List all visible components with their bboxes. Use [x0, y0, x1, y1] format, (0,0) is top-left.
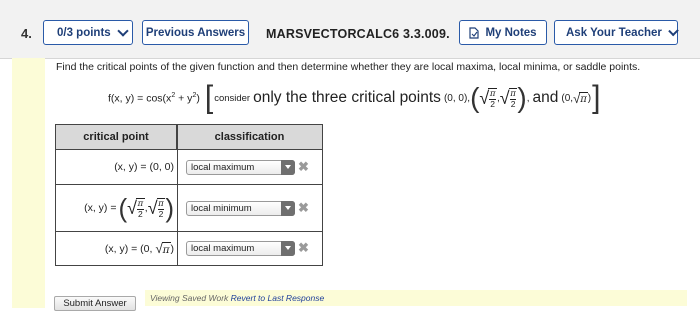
incorrect-icon: ✖	[298, 159, 309, 174]
column-header-critical-point: critical point	[56, 125, 177, 150]
right-paren: )	[165, 193, 174, 223]
function-formula: f(x, y) = cos(x2 + y2) [ consider only t…	[108, 80, 601, 115]
right-bracket: ]	[592, 80, 601, 115]
pi-symbol: π	[137, 198, 144, 209]
select-value: local maximum	[191, 162, 255, 173]
dropdown-arrow-icon	[281, 201, 295, 216]
table-row-1-point: (x, y) = (0, 0)	[114, 161, 174, 173]
denominator: 2	[157, 208, 165, 219]
classification-select-2[interactable]: local minimum	[186, 201, 295, 216]
denominator: 2	[489, 98, 497, 109]
ask-teacher-button[interactable]: Ask Your Teacher	[554, 20, 679, 45]
point-suffix: )	[170, 242, 175, 255]
denominator: 2	[509, 98, 517, 109]
point-prefix: (x, y) = (0,	[104, 242, 153, 255]
and-text: and	[532, 89, 559, 106]
submit-answer-button[interactable]: Submit Answer	[54, 296, 136, 311]
pi-symbol: π	[580, 93, 587, 105]
pi-symbol: π	[510, 88, 516, 99]
right-paren: )	[517, 82, 527, 113]
classification-select-3[interactable]: local maximum	[186, 241, 295, 256]
point-one: (0, 0),	[443, 92, 471, 104]
comma: ,	[526, 92, 530, 104]
only-three-text: only the three critical points	[253, 89, 441, 106]
point-three-end: )	[587, 92, 592, 104]
select-value: local minimum	[191, 203, 252, 214]
point-three-start: (0,	[561, 92, 574, 104]
question-prompt: Find the critical points of the given fu…	[56, 61, 641, 73]
classification-select-1[interactable]: local maximum	[186, 160, 295, 175]
consider-text: consider	[214, 92, 251, 104]
sqrt-pi-over-2: √ π 2	[479, 87, 498, 109]
question-id: MARSVECTORCALC6 3.3.009.	[266, 27, 450, 41]
left-paren: (	[118, 193, 128, 223]
incorrect-icon: ✖	[298, 200, 309, 215]
sqrt-pi-over-2: √ π 2	[127, 197, 145, 219]
dropdown-arrow-icon	[281, 241, 295, 256]
chevron-down-icon	[117, 24, 129, 37]
chevron-down-icon	[668, 25, 679, 36]
left-paren: (	[470, 82, 480, 113]
column-header-classification: classification	[177, 125, 322, 150]
revert-link[interactable]: Revert to Last Response	[231, 293, 325, 303]
column-divider	[177, 125, 178, 265]
select-value: local maximum	[191, 243, 255, 254]
denominator: 2	[137, 208, 144, 219]
critical-points-table: critical point classification (x, y) = (…	[55, 124, 323, 266]
my-notes-button[interactable]: My Notes	[459, 20, 547, 45]
table-row-2-point: (x, y) = ( √ π 2 , √ π 2 )	[56, 185, 174, 231]
my-notes-label: My Notes	[485, 26, 537, 39]
question-status-stripe	[12, 58, 45, 308]
sqrt-pi-over-2: √ π 2	[147, 197, 166, 219]
function-lhs: f(x, y) = cos(x	[108, 92, 172, 105]
table-row-3-point: (x, y) = (0, √ π )	[56, 232, 174, 265]
question-number: 4.	[21, 26, 32, 41]
viewing-saved-text: Viewing Saved Work	[150, 293, 229, 303]
left-bracket: [	[204, 80, 214, 115]
pi-symbol: π	[162, 243, 170, 256]
sqrt-pi: √ π	[573, 90, 588, 106]
previous-answers-button[interactable]: Previous Answers	[142, 20, 249, 45]
previous-answers-label: Previous Answers	[145, 26, 246, 39]
pi-symbol: π	[489, 88, 496, 99]
saved-work-status: Viewing Saved Work Revert to Last Respon…	[150, 293, 324, 303]
points-dropdown-button[interactable]: 0/3 points	[43, 20, 133, 45]
question-header: 4. 0/3 points Previous Answers MARSVECTO…	[0, 0, 700, 59]
point-prefix: (x, y) =	[84, 202, 117, 214]
sqrt-pi: √ π	[155, 241, 171, 256]
function-mid: + y	[175, 92, 193, 105]
function-text: f(x, y) = cos(x2 + y2)	[108, 92, 200, 105]
note-icon	[469, 26, 480, 39]
sqrt-pi-over-2: √ π 2	[499, 87, 518, 109]
points-label: 0/3 points	[57, 26, 111, 39]
ask-teacher-label: Ask Your Teacher	[566, 26, 662, 39]
function-end: )	[196, 92, 200, 105]
pi-symbol: π	[158, 198, 164, 209]
dropdown-arrow-icon	[281, 160, 295, 175]
incorrect-icon: ✖	[298, 240, 309, 255]
